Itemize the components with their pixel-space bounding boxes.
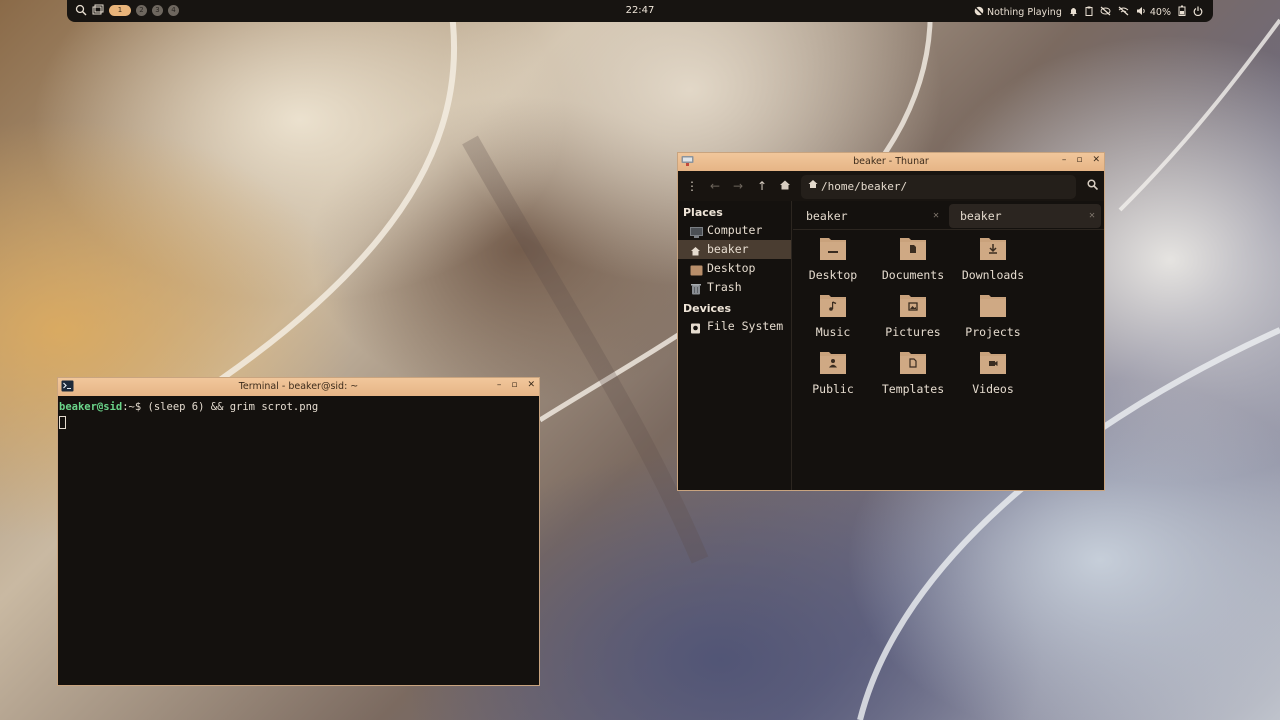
folder-item[interactable]: Projects — [953, 292, 1033, 349]
clipboard-icon[interactable] — [1085, 6, 1093, 19]
downloads-folder-icon — [979, 235, 1007, 261]
folder-label: Pictures — [885, 325, 941, 339]
battery-icon[interactable] — [1178, 5, 1186, 19]
battery-label[interactable]: 40% — [1150, 7, 1171, 18]
home-icon — [808, 175, 818, 199]
folder-label: Templates — [881, 382, 945, 396]
documents-folder-icon — [899, 235, 927, 261]
folder-label: Downloads — [961, 268, 1025, 282]
folder-label: Documents — [881, 268, 945, 282]
top-panel: 1 2 3 4 22:47 Nothing Playing 40% — [67, 0, 1213, 22]
text-cursor — [59, 416, 66, 429]
folder-item[interactable]: Templates — [873, 349, 953, 406]
folder-item[interactable]: Videos — [953, 349, 1033, 406]
places-heading: Places — [683, 206, 723, 219]
terminal-output[interactable]: beaker@sid:~$ (sleep 6) && grim scrot.pn… — [58, 396, 539, 437]
videos-folder-icon — [979, 349, 1007, 375]
tab-beaker-1[interactable]: beaker ✕ — [795, 204, 945, 228]
thunar-window: beaker - Thunar – ▫ ✕ ⋮ ← → ↑ /home/beak… — [677, 152, 1105, 491]
prompt-line: beaker@sid:~$ (sleep 6) && grim scrot.pn… — [59, 401, 538, 413]
maximize-button[interactable]: ▫ — [511, 380, 517, 390]
folder-label: Projects — [965, 325, 1021, 339]
volume-icon[interactable] — [1136, 6, 1147, 19]
menu-icon[interactable]: ⋮ — [684, 178, 700, 194]
folder-item[interactable]: Public — [793, 349, 873, 406]
tab-divider — [793, 229, 1104, 230]
power-icon[interactable] — [1193, 6, 1203, 19]
window-title: Terminal - beaker@sid: ~ — [238, 381, 359, 392]
side-pane: Places Computer beaker Desktop Trash Dev… — [678, 201, 792, 490]
thunar-titlebar[interactable]: beaker - Thunar – ▫ ✕ — [678, 153, 1104, 171]
minimize-button[interactable]: – — [497, 380, 502, 390]
tab-bar: beaker ✕ beaker ✕ — [793, 201, 1104, 229]
folder-item[interactable]: Music — [793, 292, 873, 349]
trash-icon — [690, 282, 703, 295]
folder-item[interactable]: Downloads — [953, 235, 1033, 292]
folder-label: Videos — [972, 382, 1014, 396]
close-button[interactable]: ✕ — [1092, 155, 1100, 165]
prompt-symbol: $ — [134, 401, 148, 413]
wifi-off-icon[interactable] — [1118, 6, 1129, 19]
media-status[interactable]: Nothing Playing — [987, 7, 1062, 18]
up-icon[interactable]: ↑ — [754, 178, 770, 194]
visibility-off-icon[interactable] — [1100, 6, 1111, 19]
templates-folder-icon — [899, 349, 927, 375]
search-icon[interactable] — [1084, 178, 1100, 194]
folder-item[interactable]: Pictures — [873, 292, 953, 349]
sidebar-item-beaker[interactable]: beaker — [678, 240, 791, 259]
terminal-titlebar[interactable]: Terminal - beaker@sid: ~ – ▫ ✕ — [58, 378, 539, 396]
close-button[interactable]: ✕ — [527, 380, 535, 390]
devices-heading: Devices — [683, 302, 732, 315]
minimize-button[interactable]: – — [1062, 155, 1067, 165]
close-tab-icon[interactable]: ✕ — [933, 204, 939, 228]
folder-item[interactable]: Documents — [873, 235, 953, 292]
location-path: /home/beaker/ — [821, 180, 908, 193]
home-icon — [690, 244, 703, 256]
home-icon[interactable] — [777, 178, 793, 194]
tab-beaker-2[interactable]: beaker ✕ — [949, 204, 1101, 228]
forward-icon[interactable]: → — [730, 178, 746, 194]
public-folder-icon — [819, 349, 847, 375]
thunar-toolbar: ⋮ ← → ↑ /home/beaker/ — [678, 171, 1104, 201]
desktop-folder-icon — [819, 235, 847, 261]
folder-label: Music — [815, 325, 851, 339]
prompt-path: :~ — [122, 401, 135, 413]
desktop-folder-icon — [690, 263, 703, 276]
projects-folder-icon — [979, 292, 1007, 318]
location-bar[interactable]: /home/beaker/ — [801, 175, 1076, 199]
prompt-user: beaker@sid — [59, 401, 123, 413]
media-icon[interactable] — [974, 6, 984, 19]
folder-label: Public — [812, 382, 854, 396]
pictures-folder-icon — [899, 292, 927, 318]
command-text: (sleep 6) && grim scrot.png — [147, 401, 319, 413]
bell-icon[interactable] — [1069, 6, 1078, 19]
sidebar-item-computer[interactable]: Computer — [678, 221, 791, 240]
maximize-button[interactable]: ▫ — [1076, 155, 1082, 165]
close-tab-icon[interactable]: ✕ — [1089, 204, 1095, 228]
music-folder-icon — [819, 292, 847, 318]
folder-item[interactable]: Desktop — [793, 235, 873, 292]
sidebar-item-desktop[interactable]: Desktop — [678, 259, 791, 278]
folder-label: Desktop — [808, 268, 858, 282]
back-icon[interactable]: ← — [707, 178, 723, 194]
computer-icon — [690, 225, 703, 238]
drive-icon — [690, 321, 703, 334]
terminal-window: Terminal - beaker@sid: ~ – ▫ ✕ beaker@si… — [57, 377, 540, 686]
sidebar-item-trash[interactable]: Trash — [678, 278, 791, 297]
sidebar-item-file-system[interactable]: File System — [678, 317, 791, 336]
window-title: beaker - Thunar — [853, 156, 929, 167]
